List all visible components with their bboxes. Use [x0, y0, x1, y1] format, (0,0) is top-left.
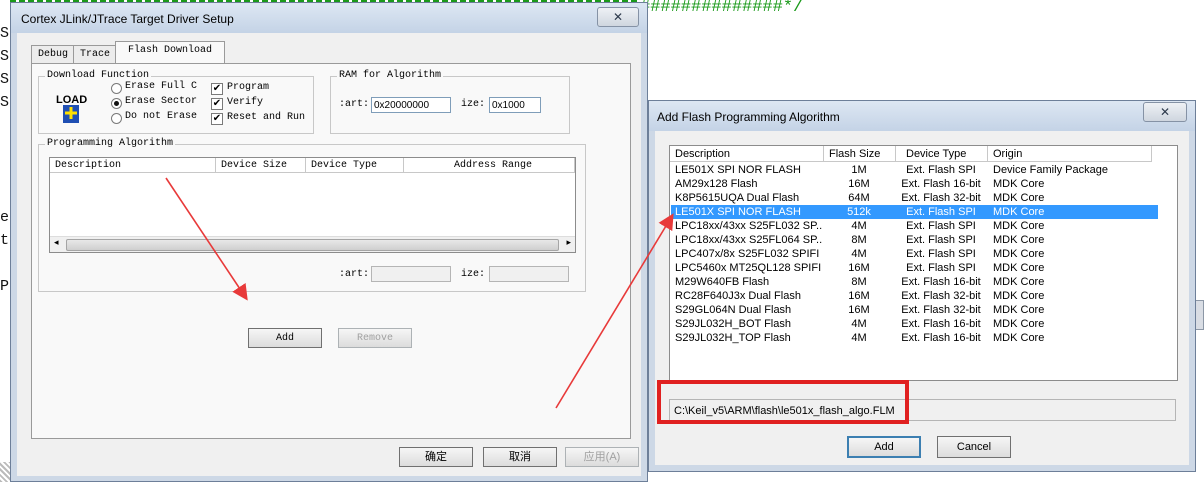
annotation-arrows [165, 177, 674, 409]
arrow-to-selected-row [555, 213, 674, 409]
arrow-to-add [165, 177, 248, 301]
